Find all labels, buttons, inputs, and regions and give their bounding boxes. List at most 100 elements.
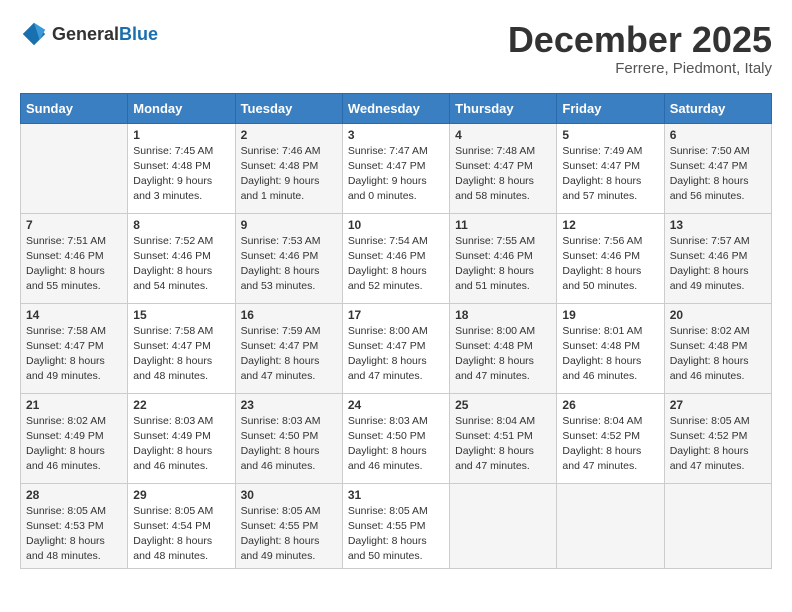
day-number: 6 bbox=[670, 128, 766, 142]
day-number: 1 bbox=[133, 128, 229, 142]
day-info: Sunrise: 7:45 AMSunset: 4:48 PMDaylight:… bbox=[133, 144, 229, 205]
day-info: Sunrise: 7:58 AMSunset: 4:47 PMDaylight:… bbox=[26, 324, 122, 385]
day-number: 7 bbox=[26, 218, 122, 232]
day-number: 13 bbox=[670, 218, 766, 232]
calendar-cell: 14Sunrise: 7:58 AMSunset: 4:47 PMDayligh… bbox=[21, 303, 128, 393]
calendar-header-row: SundayMondayTuesdayWednesdayThursdayFrid… bbox=[21, 93, 772, 123]
calendar-cell: 19 Sunrise: 8:01 AMSunset: 4:48 PMDayligh… bbox=[557, 303, 664, 393]
calendar-cell: 24 Sunrise: 8:03 AMSunset: 4:50 PMDayligh… bbox=[342, 393, 449, 483]
day-number: 2 bbox=[241, 128, 337, 142]
calendar-cell: 31 Sunrise: 8:05 AMSunset: 4:55 PMDayligh… bbox=[342, 483, 449, 569]
day-info: Sunrise: 8:03 AMSunset: 4:49 PMDaylight:… bbox=[133, 414, 229, 475]
day-number: 3 bbox=[348, 128, 444, 142]
day-number: 25 bbox=[455, 398, 551, 412]
day-number: 21 bbox=[26, 398, 122, 412]
day-number: 26 bbox=[562, 398, 658, 412]
calendar-cell bbox=[664, 483, 771, 569]
calendar-cell: 21 Sunrise: 8:02 AMSunset: 4:49 PMDayligh… bbox=[21, 393, 128, 483]
calendar-cell: 25 Sunrise: 8:04 AMSunset: 4:51 PMDayligh… bbox=[450, 393, 557, 483]
day-info: Sunrise: 8:00 AMSunset: 4:47 PMDaylight:… bbox=[348, 324, 444, 385]
logo: GeneralBlue bbox=[20, 20, 158, 48]
day-info: Sunrise: 8:04 AMSunset: 4:51 PMDaylight:… bbox=[455, 414, 551, 475]
day-info: Sunrise: 7:50 AMSunset: 4:47 PMDaylight:… bbox=[670, 144, 766, 205]
calendar-week-1: 1 Sunrise: 7:45 AMSunset: 4:48 PMDaylight… bbox=[21, 123, 772, 213]
day-number: 16 bbox=[241, 308, 337, 322]
calendar-week-4: 21 Sunrise: 8:02 AMSunset: 4:49 PMDayligh… bbox=[21, 393, 772, 483]
calendar-cell: 10 Sunrise: 7:54 AMSunset: 4:46 PMDayligh… bbox=[342, 213, 449, 303]
header-saturday: Saturday bbox=[664, 93, 771, 123]
day-info: Sunrise: 8:03 AMSunset: 4:50 PMDaylight:… bbox=[241, 414, 337, 475]
day-number: 24 bbox=[348, 398, 444, 412]
day-number: 31 bbox=[348, 488, 444, 502]
day-info: Sunrise: 8:05 AMSunset: 4:54 PMDaylight:… bbox=[133, 504, 229, 565]
calendar-cell bbox=[450, 483, 557, 569]
day-info: Sunrise: 7:46 AMSunset: 4:48 PMDaylight:… bbox=[241, 144, 337, 205]
day-info: Sunrise: 7:55 AMSunset: 4:46 PMDaylight:… bbox=[455, 234, 551, 295]
calendar-cell: 9 Sunrise: 7:53 AMSunset: 4:46 PMDaylight… bbox=[235, 213, 342, 303]
header-monday: Monday bbox=[128, 93, 235, 123]
day-number: 15 bbox=[133, 308, 229, 322]
day-info: Sunrise: 8:05 AMSunset: 4:53 PMDaylight:… bbox=[26, 504, 122, 565]
day-info: Sunrise: 8:05 AMSunset: 4:55 PMDaylight:… bbox=[241, 504, 337, 565]
day-number: 5 bbox=[562, 128, 658, 142]
day-number: 29 bbox=[133, 488, 229, 502]
day-info: Sunrise: 7:56 AMSunset: 4:46 PMDaylight:… bbox=[562, 234, 658, 295]
title-area: December 2025 Ferrere, Piedmont, Italy bbox=[508, 20, 772, 77]
day-info: Sunrise: 7:52 AMSunset: 4:46 PMDaylight:… bbox=[133, 234, 229, 295]
day-info: Sunrise: 7:53 AMSunset: 4:46 PMDaylight:… bbox=[241, 234, 337, 295]
calendar-cell: 27Sunrise: 8:05 AMSunset: 4:52 PMDayligh… bbox=[664, 393, 771, 483]
day-number: 23 bbox=[241, 398, 337, 412]
calendar-cell: 28 Sunrise: 8:05 AMSunset: 4:53 PMDayligh… bbox=[21, 483, 128, 569]
calendar-cell: 26 Sunrise: 8:04 AMSunset: 4:52 PMDayligh… bbox=[557, 393, 664, 483]
day-info: Sunrise: 8:05 AMSunset: 4:55 PMDaylight:… bbox=[348, 504, 444, 565]
day-number: 11 bbox=[455, 218, 551, 232]
calendar-cell: 12 Sunrise: 7:56 AMSunset: 4:46 PMDayligh… bbox=[557, 213, 664, 303]
day-number: 8 bbox=[133, 218, 229, 232]
calendar-cell: 30Sunrise: 8:05 AMSunset: 4:55 PMDayligh… bbox=[235, 483, 342, 569]
day-number: 4 bbox=[455, 128, 551, 142]
calendar-week-2: 7 Sunrise: 7:51 AMSunset: 4:46 PMDaylight… bbox=[21, 213, 772, 303]
day-info: Sunrise: 7:57 AMSunset: 4:46 PMDaylight:… bbox=[670, 234, 766, 295]
day-info: Sunrise: 7:59 AMSunset: 4:47 PMDaylight:… bbox=[241, 324, 337, 385]
calendar-cell: 29 Sunrise: 8:05 AMSunset: 4:54 PMDayligh… bbox=[128, 483, 235, 569]
day-number: 28 bbox=[26, 488, 122, 502]
calendar-cell: 13 Sunrise: 7:57 AMSunset: 4:46 PMDayligh… bbox=[664, 213, 771, 303]
day-info: Sunrise: 8:00 AMSunset: 4:48 PMDaylight:… bbox=[455, 324, 551, 385]
calendar-table: SundayMondayTuesdayWednesdayThursdayFrid… bbox=[20, 93, 772, 570]
logo-icon bbox=[20, 20, 48, 48]
day-info: Sunrise: 7:47 AMSunset: 4:47 PMDaylight:… bbox=[348, 144, 444, 205]
calendar-week-3: 14Sunrise: 7:58 AMSunset: 4:47 PMDayligh… bbox=[21, 303, 772, 393]
calendar-cell: 1 Sunrise: 7:45 AMSunset: 4:48 PMDaylight… bbox=[128, 123, 235, 213]
day-number: 19 bbox=[562, 308, 658, 322]
header-wednesday: Wednesday bbox=[342, 93, 449, 123]
calendar-cell: 16 Sunrise: 7:59 AMSunset: 4:47 PMDayligh… bbox=[235, 303, 342, 393]
day-info: Sunrise: 7:54 AMSunset: 4:46 PMDaylight:… bbox=[348, 234, 444, 295]
header-friday: Friday bbox=[557, 93, 664, 123]
day-info: Sunrise: 8:04 AMSunset: 4:52 PMDaylight:… bbox=[562, 414, 658, 475]
calendar-cell: 4 Sunrise: 7:48 AMSunset: 4:47 PMDaylight… bbox=[450, 123, 557, 213]
day-number: 12 bbox=[562, 218, 658, 232]
day-info: Sunrise: 8:02 AMSunset: 4:49 PMDaylight:… bbox=[26, 414, 122, 475]
location: Ferrere, Piedmont, Italy bbox=[508, 60, 772, 77]
day-number: 27 bbox=[670, 398, 766, 412]
day-info: Sunrise: 7:58 AMSunset: 4:47 PMDaylight:… bbox=[133, 324, 229, 385]
day-info: Sunrise: 8:03 AMSunset: 4:50 PMDaylight:… bbox=[348, 414, 444, 475]
day-info: Sunrise: 7:51 AMSunset: 4:46 PMDaylight:… bbox=[26, 234, 122, 295]
day-info: Sunrise: 7:48 AMSunset: 4:47 PMDaylight:… bbox=[455, 144, 551, 205]
day-number: 22 bbox=[133, 398, 229, 412]
day-number: 18 bbox=[455, 308, 551, 322]
calendar-cell: 18 Sunrise: 8:00 AMSunset: 4:48 PMDayligh… bbox=[450, 303, 557, 393]
calendar-cell: 2 Sunrise: 7:46 AMSunset: 4:48 PMDaylight… bbox=[235, 123, 342, 213]
calendar-cell: 20Sunrise: 8:02 AMSunset: 4:48 PMDayligh… bbox=[664, 303, 771, 393]
header-thursday: Thursday bbox=[450, 93, 557, 123]
calendar-cell: 23 Sunrise: 8:03 AMSunset: 4:50 PMDayligh… bbox=[235, 393, 342, 483]
day-info: Sunrise: 7:49 AMSunset: 4:47 PMDaylight:… bbox=[562, 144, 658, 205]
day-number: 10 bbox=[348, 218, 444, 232]
day-number: 17 bbox=[348, 308, 444, 322]
day-number: 9 bbox=[241, 218, 337, 232]
logo-text: GeneralBlue bbox=[52, 24, 158, 45]
month-title: December 2025 bbox=[508, 20, 772, 60]
calendar-cell bbox=[21, 123, 128, 213]
calendar-cell: 15 Sunrise: 7:58 AMSunset: 4:47 PMDayligh… bbox=[128, 303, 235, 393]
day-info: Sunrise: 8:01 AMSunset: 4:48 PMDaylight:… bbox=[562, 324, 658, 385]
